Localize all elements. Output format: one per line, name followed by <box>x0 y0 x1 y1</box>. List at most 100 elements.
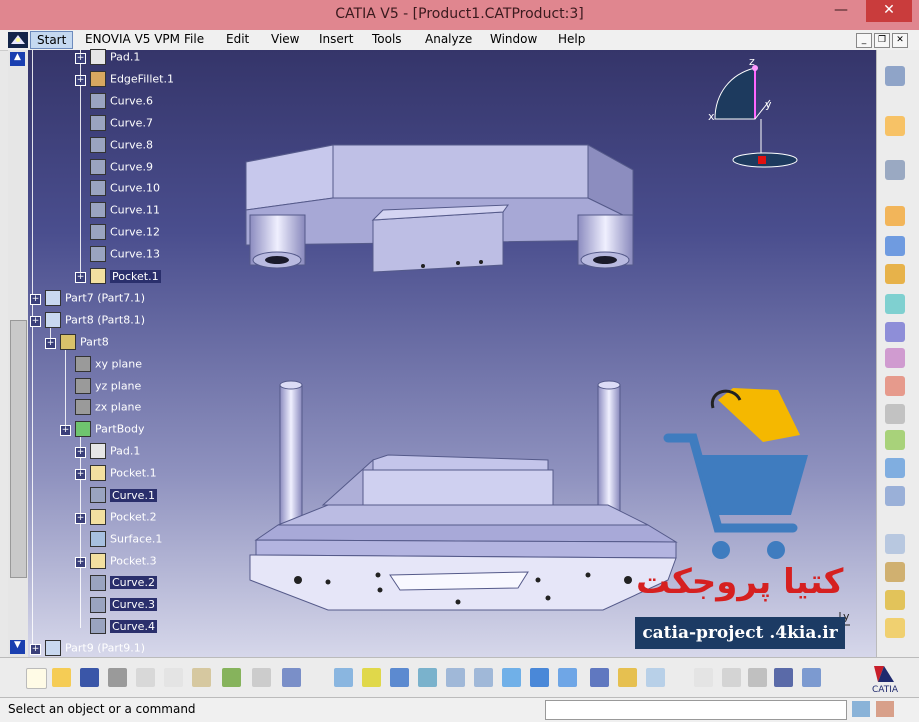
tree-scrollbar[interactable]: ▲ ▼ <box>8 50 29 657</box>
tree-expand-toggle-icon[interactable]: + <box>75 74 86 86</box>
menu-analyze[interactable]: Analyze <box>425 32 472 46</box>
tree-node[interactable]: Surface.1 <box>90 530 162 549</box>
pan-icon[interactable] <box>390 668 409 687</box>
tree-node[interactable]: Curve.2 <box>90 574 157 593</box>
swap-visible-icon[interactable] <box>646 668 665 687</box>
tree-expand-toggle-icon[interactable]: + <box>75 556 86 568</box>
cut-icon[interactable] <box>136 668 155 687</box>
menu-view[interactable]: View <box>271 32 299 46</box>
tree-expand-toggle-icon[interactable]: + <box>30 315 41 327</box>
doc-restore-button[interactable]: ❐ <box>874 33 890 48</box>
tree-node[interactable]: Part8 <box>60 333 109 352</box>
close-button[interactable]: ✕ <box>866 0 912 22</box>
command-cancel-icon[interactable] <box>876 701 894 717</box>
tree-node[interactable]: Pad.1 <box>90 443 140 461</box>
gear-icon[interactable] <box>885 160 905 180</box>
tree-node[interactable]: yz plane <box>75 377 141 396</box>
catalog-icon[interactable] <box>885 430 905 450</box>
shading-icon[interactable] <box>590 668 609 687</box>
menu-help[interactable]: Help <box>558 32 585 46</box>
catalog-icon[interactable] <box>885 458 905 478</box>
tree-node[interactable]: Pocket.1 <box>90 465 157 483</box>
menu-tools[interactable]: Tools <box>372 32 402 46</box>
menu-window[interactable]: Window <box>490 32 537 46</box>
analysis-icon[interactable] <box>885 534 905 554</box>
tree-node[interactable]: Curve.1 <box>90 487 157 505</box>
comment-icon[interactable] <box>722 668 741 687</box>
doc-close-button[interactable]: ✕ <box>892 33 908 48</box>
command-ok-icon[interactable] <box>852 701 870 717</box>
tree-node[interactable]: Curve.8 <box>90 136 153 155</box>
tree-expand-toggle-icon[interactable]: + <box>75 469 86 481</box>
tree-expand-toggle-icon[interactable]: + <box>30 644 41 656</box>
scroll-thumb[interactable] <box>10 320 27 578</box>
tree-node[interactable]: Pad.1 <box>90 49 140 67</box>
command-input[interactable] <box>545 700 847 720</box>
table-icon[interactable] <box>774 668 793 687</box>
scroll-up-arrow-icon[interactable]: ▲ <box>10 52 25 66</box>
paste-icon[interactable] <box>192 668 211 687</box>
menu-enovia[interactable]: ENOVIA V5 VPM <box>85 32 180 46</box>
copy-icon[interactable] <box>164 668 183 687</box>
tree-expand-toggle-icon[interactable]: + <box>75 272 86 283</box>
formula-icon[interactable] <box>694 668 713 687</box>
zoom-out-icon[interactable] <box>474 668 493 687</box>
tree-node[interactable]: Pocket.3 <box>90 552 157 571</box>
print-icon[interactable] <box>108 668 127 687</box>
menu-file[interactable]: File <box>184 32 204 46</box>
tree-node[interactable]: Part8 (Part8.1) <box>45 311 145 330</box>
gear-icon[interactable] <box>885 236 905 256</box>
tree-node[interactable]: Curve.10 <box>90 180 160 198</box>
tree-node[interactable]: Part7 (Part7.1) <box>45 289 145 308</box>
move-icon[interactable] <box>885 348 905 368</box>
new-file-icon[interactable] <box>26 668 47 689</box>
menu-edit[interactable]: Edit <box>226 32 249 46</box>
menu-insert[interactable]: Insert <box>319 32 353 46</box>
tree-node[interactable]: Curve.7 <box>90 114 153 133</box>
tree-node[interactable]: Curve.4 <box>90 618 157 636</box>
tree-node[interactable]: Pocket.1 <box>90 268 161 286</box>
fly-icon[interactable] <box>334 668 353 687</box>
text-icon[interactable] <box>885 404 905 424</box>
undo-icon[interactable] <box>222 668 241 687</box>
tree-expand-toggle-icon[interactable]: + <box>45 337 56 349</box>
scroll-down-arrow-icon[interactable]: ▼ <box>10 640 25 654</box>
analysis-icon[interactable] <box>885 562 905 582</box>
help-icon[interactable] <box>282 668 301 687</box>
redo-icon[interactable] <box>252 668 271 687</box>
tree-node[interactable]: Pocket.2 <box>90 508 157 527</box>
tree-node[interactable]: zx plane <box>75 399 141 417</box>
normal-view-icon[interactable] <box>502 668 521 687</box>
tree-node[interactable]: PartBody <box>75 421 144 439</box>
move-icon[interactable] <box>885 376 905 396</box>
tree-node[interactable]: Curve.12 <box>90 224 160 242</box>
tree-expand-toggle-icon[interactable]: + <box>75 512 86 524</box>
gear-icon[interactable] <box>885 66 905 86</box>
measure-icon[interactable] <box>748 668 767 687</box>
minimize-button[interactable]: — <box>822 0 860 22</box>
compass-widget-icon[interactable] <box>705 54 805 174</box>
tree-icon[interactable] <box>802 668 821 687</box>
tree-expand-toggle-icon[interactable]: + <box>75 53 86 64</box>
doc-minimize-button[interactable]: _ <box>856 33 872 48</box>
open-folder-icon[interactable] <box>52 668 71 687</box>
gear-icon[interactable] <box>885 264 905 284</box>
tree-expand-toggle-icon[interactable]: + <box>60 425 71 437</box>
gear-icon[interactable] <box>885 486 905 506</box>
save-icon[interactable] <box>80 668 99 687</box>
explode-icon[interactable] <box>885 590 905 610</box>
gear-icon[interactable] <box>885 206 905 226</box>
tree-node[interactable]: xy plane <box>75 355 142 374</box>
tree-expand-toggle-icon[interactable]: + <box>75 447 86 459</box>
explode-icon[interactable] <box>885 618 905 638</box>
tree-node[interactable]: Curve.13 <box>90 246 160 264</box>
constraint-icon[interactable] <box>885 322 905 342</box>
tree-node[interactable]: Curve.11 <box>90 202 160 220</box>
menu-start[interactable]: Start <box>30 31 74 49</box>
multi-view-icon[interactable] <box>530 668 549 687</box>
tree-node[interactable]: Curve.9 <box>90 158 153 177</box>
iso-view-icon[interactable] <box>558 668 577 687</box>
tree-node[interactable]: Curve.3 <box>90 596 157 615</box>
tree-node[interactable]: Part9 (Part9.1) <box>45 640 145 658</box>
tree-node[interactable]: Curve.6 <box>90 92 153 111</box>
